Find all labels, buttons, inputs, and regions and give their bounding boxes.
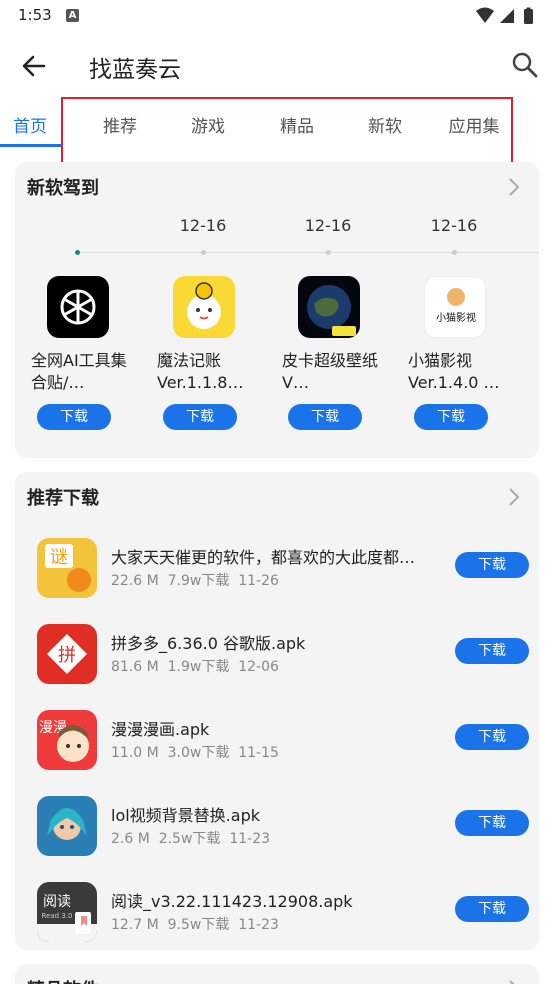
signal-icon — [500, 9, 514, 23]
item-size: 11.0 M — [111, 745, 159, 761]
chevron-right-icon[interactable] — [507, 486, 521, 508]
download-button[interactable]: 下载 — [163, 404, 237, 430]
earth-wallpaper-icon — [298, 276, 360, 338]
download-button[interactable]: 下载 — [288, 404, 362, 430]
download-button[interactable]: 下载 — [455, 810, 529, 836]
item-date: 11-15 — [238, 745, 279, 761]
pinduoduo-icon: 拼 — [37, 624, 97, 684]
app-bar: 找蓝奏云 — [0, 38, 554, 94]
item-date: 11-26 — [238, 573, 279, 589]
item-size: 81.6 M — [111, 659, 159, 675]
download-button[interactable]: 下载 — [414, 404, 488, 430]
app-name: 小猫影视Ver.1.4.0 … — [408, 351, 500, 392]
tab-underline — [0, 144, 62, 147]
item-downloads: 2.5w下载 — [158, 831, 221, 847]
item-meta: 12.7 M 9.5w下载 11-23 — [111, 914, 279, 934]
item-downloads: 1.9w下载 — [167, 659, 230, 675]
download-button[interactable]: 下载 — [455, 552, 529, 578]
item-meta: 2.6 M 2.5w下载 11-23 — [111, 828, 270, 848]
read-book-icon-text: 阅读 — [43, 893, 71, 910]
item-size: 22.6 M — [111, 573, 159, 589]
tab-home[interactable]: 首页 — [0, 112, 60, 137]
download-button[interactable]: 下载 — [455, 724, 529, 750]
list-item[interactable]: 阅读 Read 3.0 阅读_v3.22.111423.12908.apk 12… — [15, 882, 539, 950]
timeline-dot — [452, 250, 457, 255]
item-name: 漫漫漫画.apk — [111, 720, 210, 739]
app-name: 魔法记账Ver.1.1.8… — [157, 351, 244, 392]
date-label: 12-16 — [304, 216, 352, 235]
item-name: 阅读_v3.22.111423.12908.apk — [111, 892, 353, 911]
item-meta: 81.6 M 1.9w下载 12-06 — [111, 656, 279, 676]
lol-character-icon — [37, 796, 97, 856]
list-item[interactable]: 拼 拼多多_6.36.0 谷歌版.apk 81.6 M 1.9w下载 12-06… — [15, 624, 539, 710]
item-date: 11-23 — [238, 917, 279, 933]
item-name: lol视频背景替换.apk — [111, 806, 260, 825]
item-meta: 22.6 M 7.9w下载 11-26 — [111, 570, 279, 590]
timeline-dot — [201, 250, 206, 255]
page-title: 找蓝奏云 — [89, 57, 181, 83]
list-item[interactable]: lol视频背景替换.apk 2.6 M 2.5w下载 11-23 下载 — [15, 796, 539, 882]
lucky-cat-icon — [173, 276, 235, 338]
read-book-icon-subtext: Read 3.0 — [42, 912, 73, 920]
timeline-dot — [75, 250, 80, 255]
notification-icon: A — [66, 9, 79, 22]
chevron-right-icon[interactable] — [507, 176, 521, 198]
search-icon[interactable] — [510, 50, 540, 80]
list-item[interactable]: 谜 大家天天催更的软件，都喜欢的大此度都… 22.6 M 7.9w下载 11-2… — [15, 538, 539, 624]
item-downloads: 7.9w下载 — [167, 573, 230, 589]
download-button[interactable]: 下载 — [455, 896, 529, 922]
item-name: 拼多多_6.36.0 谷歌版.apk — [111, 634, 306, 653]
read-book-icon: 阅读 Read 3.0 — [37, 882, 97, 942]
battery-icon — [524, 9, 533, 24]
cat-video-icon-text: 小猫影视 — [436, 311, 476, 324]
section-title: 新软驾到 — [27, 178, 99, 199]
timeline-line — [75, 252, 539, 253]
openai-icon — [47, 276, 109, 338]
cat-video-icon: 小猫影视 — [424, 276, 486, 338]
date-label: 12-16 — [430, 216, 478, 235]
yellow-app-icon-text: 谜 — [50, 547, 68, 568]
tab-highlight-box — [61, 97, 513, 169]
download-button[interactable]: 下载 — [37, 404, 111, 430]
yellow-app-icon: 谜 — [37, 538, 97, 598]
item-size: 2.6 M — [111, 831, 150, 847]
new-software-card: 新软驾到 12-16 12-16 12-16 全网AI工具集合贴/… 下载 魔法… — [15, 162, 539, 458]
featured-software-card: 精品软件 — [15, 964, 539, 984]
recommended-card: 推荐下载 谜 大家天天催更的软件，都喜欢的大此度都… 22.6 M 7.9w下载… — [15, 472, 539, 950]
date-label: 12-16 — [179, 216, 227, 235]
app-name: 全网AI工具集合贴/… — [31, 351, 127, 392]
section-title: 推荐下载 — [27, 488, 99, 509]
item-size: 12.7 M — [111, 917, 159, 933]
list-item[interactable]: 漫漫 漫漫漫画.apk 11.0 M 3.0w下载 11-15 下载 — [15, 710, 539, 796]
item-downloads: 9.5w下载 — [167, 917, 230, 933]
pinduoduo-icon-text: 拼 — [58, 645, 76, 666]
item-meta: 11.0 M 3.0w下载 11-15 — [111, 742, 279, 762]
wifi-icon — [476, 7, 494, 23]
status-bar: 1:53 A — [0, 0, 554, 32]
status-icons — [476, 7, 533, 24]
status-time: 1:53 — [18, 6, 52, 24]
app-name: 皮卡超级壁纸 V… — [282, 351, 379, 392]
item-downloads: 3.0w下载 — [167, 745, 230, 761]
item-name: 大家天天催更的软件，都喜欢的大此度都… — [111, 548, 416, 567]
item-date: 11-23 — [229, 831, 271, 847]
section-title: 精品软件 — [27, 976, 99, 984]
item-date: 12-06 — [238, 659, 279, 675]
chevron-right-icon[interactable] — [507, 978, 521, 984]
download-button[interactable]: 下载 — [455, 638, 529, 664]
back-arrow-icon[interactable] — [18, 50, 50, 82]
timeline-dot — [326, 250, 331, 255]
manman-comic-icon: 漫漫 — [37, 710, 97, 770]
